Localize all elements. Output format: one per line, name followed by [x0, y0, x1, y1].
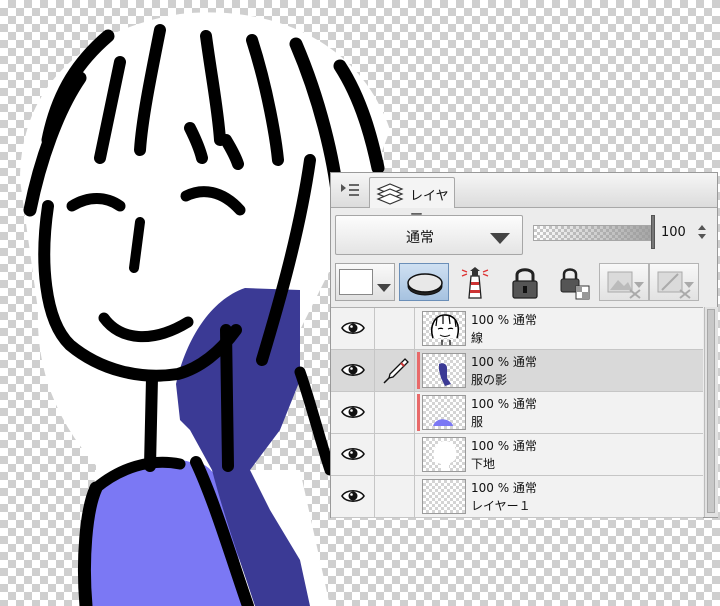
pen-icon [383, 358, 409, 384]
blend-mode-select[interactable]: 通常 [335, 215, 523, 255]
layer-thumbnail [422, 437, 466, 472]
edit-target-cell[interactable] [375, 434, 415, 475]
lighthouse-icon [461, 267, 489, 299]
panel-tabbar: レイヤー [331, 173, 717, 223]
scrollbar-thumb[interactable] [707, 309, 715, 513]
eye-icon [341, 321, 365, 335]
eye-icon [341, 363, 365, 377]
layer-list-scrollbar[interactable] [704, 307, 718, 517]
tab-layer[interactable]: レイヤー [369, 177, 455, 223]
layer-list: 100 % 通常 線 100 % 通常 服の影 100 % 通常 服 100 %… [331, 307, 703, 518]
visibility-toggle[interactable] [331, 476, 375, 517]
layer-name-label: 服 [471, 415, 484, 429]
layer-color-swatch [339, 269, 373, 295]
layer-mode-label: 100 % 通常 [471, 439, 537, 453]
clip-to-below-button[interactable] [599, 263, 649, 301]
edit-target-cell[interactable] [375, 476, 415, 517]
layer-row-base[interactable]: 100 % 通常 下地 [331, 434, 703, 476]
set-reference-button[interactable] [649, 263, 699, 301]
layer-thumbnail [422, 479, 466, 514]
blend-mode-value: 通常 [406, 230, 434, 246]
lock-transparent-button[interactable] [549, 263, 599, 301]
visibility-toggle[interactable] [331, 350, 375, 391]
reference-icon [657, 271, 694, 299]
blend-opacity-row: 通常 100 [331, 213, 717, 257]
lock-layer-button[interactable] [499, 263, 549, 301]
layer-row-clothes[interactable]: 100 % 通常 服 [331, 392, 703, 434]
dropdown-arrow-icon [490, 230, 510, 249]
layer-name-label: レイヤー１ [471, 499, 531, 513]
layer-name-label: 下地 [471, 457, 496, 471]
clip-icon [607, 271, 644, 299]
opacity-stepper-icon[interactable] [697, 223, 707, 245]
opacity-value[interactable]: 100 [661, 225, 686, 240]
eye-icon [341, 447, 365, 461]
clipping-marker [417, 394, 420, 431]
edit-target-cell[interactable] [375, 308, 415, 349]
edit-target-cell[interactable] [375, 392, 415, 433]
layer-name-label: 線 [471, 331, 484, 345]
layer-mode-label: 100 % 通常 [471, 313, 537, 327]
layer-mode-label: 100 % 通常 [471, 481, 537, 495]
edit-target-cell[interactable] [375, 350, 415, 391]
layer-name-label: 服の影 [471, 373, 508, 387]
dropdown-arrow-icon [377, 278, 391, 297]
lock-transparent-icon [560, 268, 590, 300]
visibility-toggle[interactable] [331, 308, 375, 349]
layer-color-button[interactable] [335, 263, 395, 301]
layer-thumbnail [422, 353, 466, 388]
eye-icon [341, 405, 365, 419]
reference-layer-button[interactable] [449, 263, 499, 301]
panel-menu-icon[interactable] [339, 181, 361, 199]
layers-icon [376, 183, 404, 209]
lock-icon [512, 268, 538, 299]
layer-mode-label: 100 % 通常 [471, 397, 537, 411]
eye-icon [341, 489, 365, 503]
layer-thumbnail [422, 311, 466, 346]
layer-thumbnail [422, 395, 466, 430]
visibility-toggle[interactable] [331, 392, 375, 433]
layer-panel: レイヤー 通常 100 [330, 172, 718, 518]
layer-mode-label: 100 % 通常 [471, 355, 537, 369]
layer-tools-row [331, 261, 717, 305]
clipping-marker [417, 352, 420, 389]
layer-row-lineart[interactable]: 100 % 通常 線 [331, 308, 703, 350]
rasterize-icon [407, 273, 443, 296]
opacity-slider[interactable] [533, 225, 651, 241]
opacity-slider-handle[interactable] [651, 215, 655, 249]
visibility-toggle[interactable] [331, 434, 375, 475]
rasterize-button[interactable] [399, 263, 449, 301]
layer-row-shadow[interactable]: 100 % 通常 服の影 [331, 350, 703, 392]
layer-row-layer1[interactable]: 100 % 通常 レイヤー１ [331, 476, 703, 518]
